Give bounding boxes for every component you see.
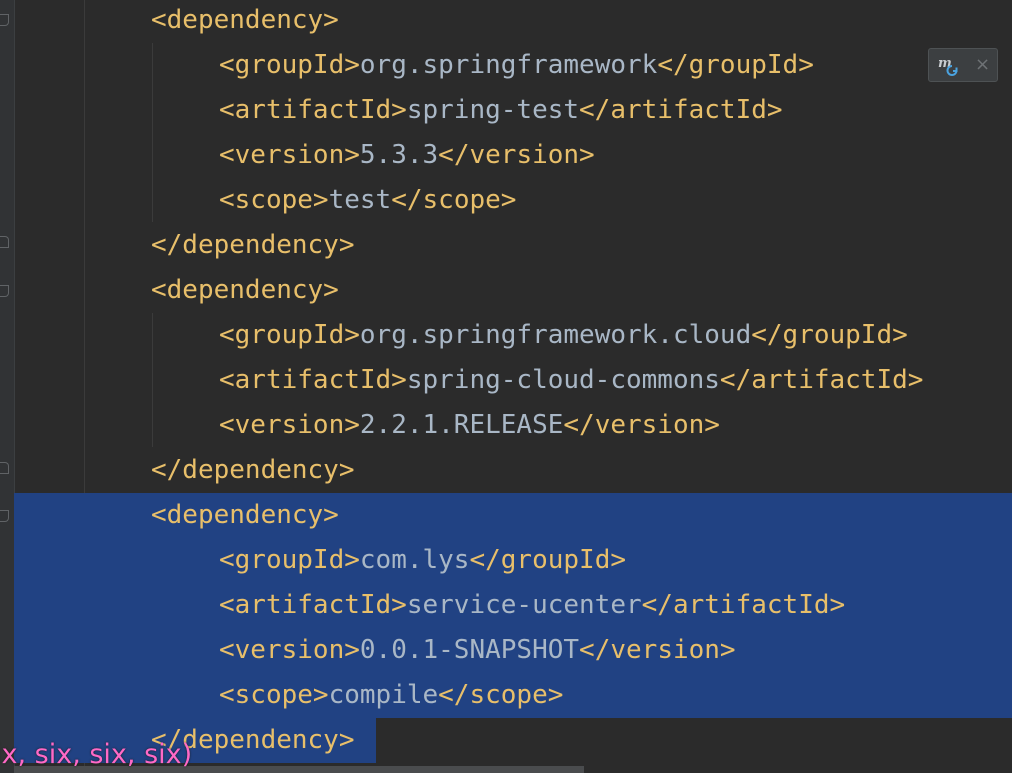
- xml-close-tag: </version>: [579, 635, 736, 665]
- xml-close-tag: </scope>: [438, 680, 564, 710]
- code-text[interactable]: <version>0.0.1-SNAPSHOT</version>: [219, 628, 736, 673]
- code-text[interactable]: <artifactId>service-ucenter</artifactId>: [219, 583, 845, 628]
- code-line[interactable]: <dependency>: [0, 268, 1012, 313]
- xml-open-tag: </dependency>: [151, 455, 355, 485]
- code-text[interactable]: <scope>compile</scope>: [219, 673, 563, 718]
- code-line[interactable]: <version>5.3.3</version>: [0, 133, 1012, 178]
- maven-reload-icon[interactable]: m: [937, 53, 961, 77]
- xml-open-tag: <dependency>: [151, 5, 339, 35]
- xml-close-tag: </groupId>: [469, 545, 627, 575]
- code-text[interactable]: <dependency>: [151, 493, 339, 538]
- xml-open-tag: <groupId>: [219, 50, 360, 80]
- code-line[interactable]: <scope>test</scope>: [0, 178, 1012, 223]
- code-text[interactable]: <artifactId>spring-test</artifactId>: [219, 88, 783, 133]
- code-line[interactable]: <groupId>org.springframework</groupId>: [0, 43, 1012, 88]
- xml-value: com.lys: [359, 545, 470, 575]
- code-text[interactable]: <groupId>org.springframework</groupId>: [219, 43, 814, 88]
- xml-open-tag: <scope>: [219, 680, 329, 710]
- code-line[interactable]: <scope>compile</scope>: [0, 673, 1012, 718]
- xml-value: org.springframework.cloud: [359, 320, 752, 350]
- code-line[interactable]: <dependency>: [0, 493, 1012, 538]
- xml-value: service-ucenter: [406, 590, 642, 620]
- xml-open-tag: <groupId>: [219, 545, 360, 575]
- xml-value: 5.3.3: [359, 140, 439, 170]
- code-line[interactable]: <artifactId>spring-cloud-commons</artifa…: [0, 358, 1012, 403]
- xml-open-tag: </dependency>: [151, 230, 355, 260]
- xml-close-tag: </scope>: [391, 185, 517, 215]
- code-line[interactable]: <groupId>org.springframework.cloud</grou…: [0, 313, 1012, 358]
- xml-open-tag: <artifactId>: [219, 365, 407, 395]
- xml-open-tag: <version>: [219, 635, 360, 665]
- code-text[interactable]: <groupId>com.lys</groupId>: [219, 538, 626, 583]
- code-text[interactable]: </dependency>: [151, 223, 355, 268]
- xml-open-tag: <artifactId>: [219, 95, 407, 125]
- xml-open-tag: <scope>: [219, 185, 329, 215]
- xml-value: spring-cloud-commons: [406, 365, 720, 395]
- xml-open-tag: <version>: [219, 410, 360, 440]
- xml-value: test: [328, 185, 392, 215]
- code-text[interactable]: <dependency>: [151, 0, 339, 43]
- code-editor[interactable]: <dependency> <groupId>org.springframework…: [0, 0, 1012, 773]
- code-text[interactable]: <groupId>org.springframework.cloud</grou…: [219, 313, 908, 358]
- xml-close-tag: </groupId>: [751, 320, 908, 350]
- xml-close-tag: </groupId>: [657, 50, 814, 80]
- code-text[interactable]: </dependency>: [151, 448, 355, 493]
- xml-value: org.springframework: [359, 50, 658, 80]
- code-line[interactable]: <dependency>: [0, 0, 1012, 43]
- close-icon[interactable]: ×: [975, 53, 990, 77]
- xml-open-tag: <artifactId>: [219, 590, 407, 620]
- xml-close-tag: </artifactId>: [579, 95, 783, 125]
- code-text[interactable]: <scope>test</scope>: [219, 178, 516, 223]
- xml-close-tag: </artifactId>: [641, 590, 846, 620]
- xml-value: 2.2.1.RELEASE: [359, 410, 564, 440]
- xml-close-tag: </version>: [563, 410, 720, 440]
- xml-value: compile: [328, 680, 439, 710]
- code-text[interactable]: <version>5.3.3</version>: [219, 133, 595, 178]
- code-line[interactable]: <version>0.0.1-SNAPSHOT</version>: [0, 628, 1012, 673]
- code-line[interactable]: </dependency>: [0, 448, 1012, 493]
- xml-close-tag: </artifactId>: [719, 365, 924, 395]
- parameter-hint-overlay: ix, six, six, six): [0, 739, 193, 770]
- svg-text:m: m: [938, 56, 952, 71]
- code-text[interactable]: <version>2.2.1.RELEASE</version>: [219, 403, 720, 448]
- code-line[interactable]: </dependency>: [0, 223, 1012, 268]
- code-line[interactable]: <groupId>com.lys</groupId>: [0, 538, 1012, 583]
- xml-open-tag: <dependency>: [151, 275, 339, 305]
- xml-close-tag: </version>: [438, 140, 595, 170]
- maven-load-changes-popup[interactable]: m ×: [928, 48, 998, 82]
- code-text[interactable]: <dependency>: [151, 268, 339, 313]
- code-line[interactable]: <version>2.2.1.RELEASE</version>: [0, 403, 1012, 448]
- code-line[interactable]: <artifactId>service-ucenter</artifactId>: [0, 583, 1012, 628]
- xml-open-tag: <groupId>: [219, 320, 360, 350]
- code-line[interactable]: <artifactId>spring-test</artifactId>: [0, 88, 1012, 133]
- code-text[interactable]: <artifactId>spring-cloud-commons</artifa…: [219, 358, 923, 403]
- xml-value: spring-test: [406, 95, 580, 125]
- xml-value: 0.0.1-SNAPSHOT: [359, 635, 580, 665]
- xml-open-tag: <dependency>: [151, 500, 339, 530]
- xml-open-tag: <version>: [219, 140, 360, 170]
